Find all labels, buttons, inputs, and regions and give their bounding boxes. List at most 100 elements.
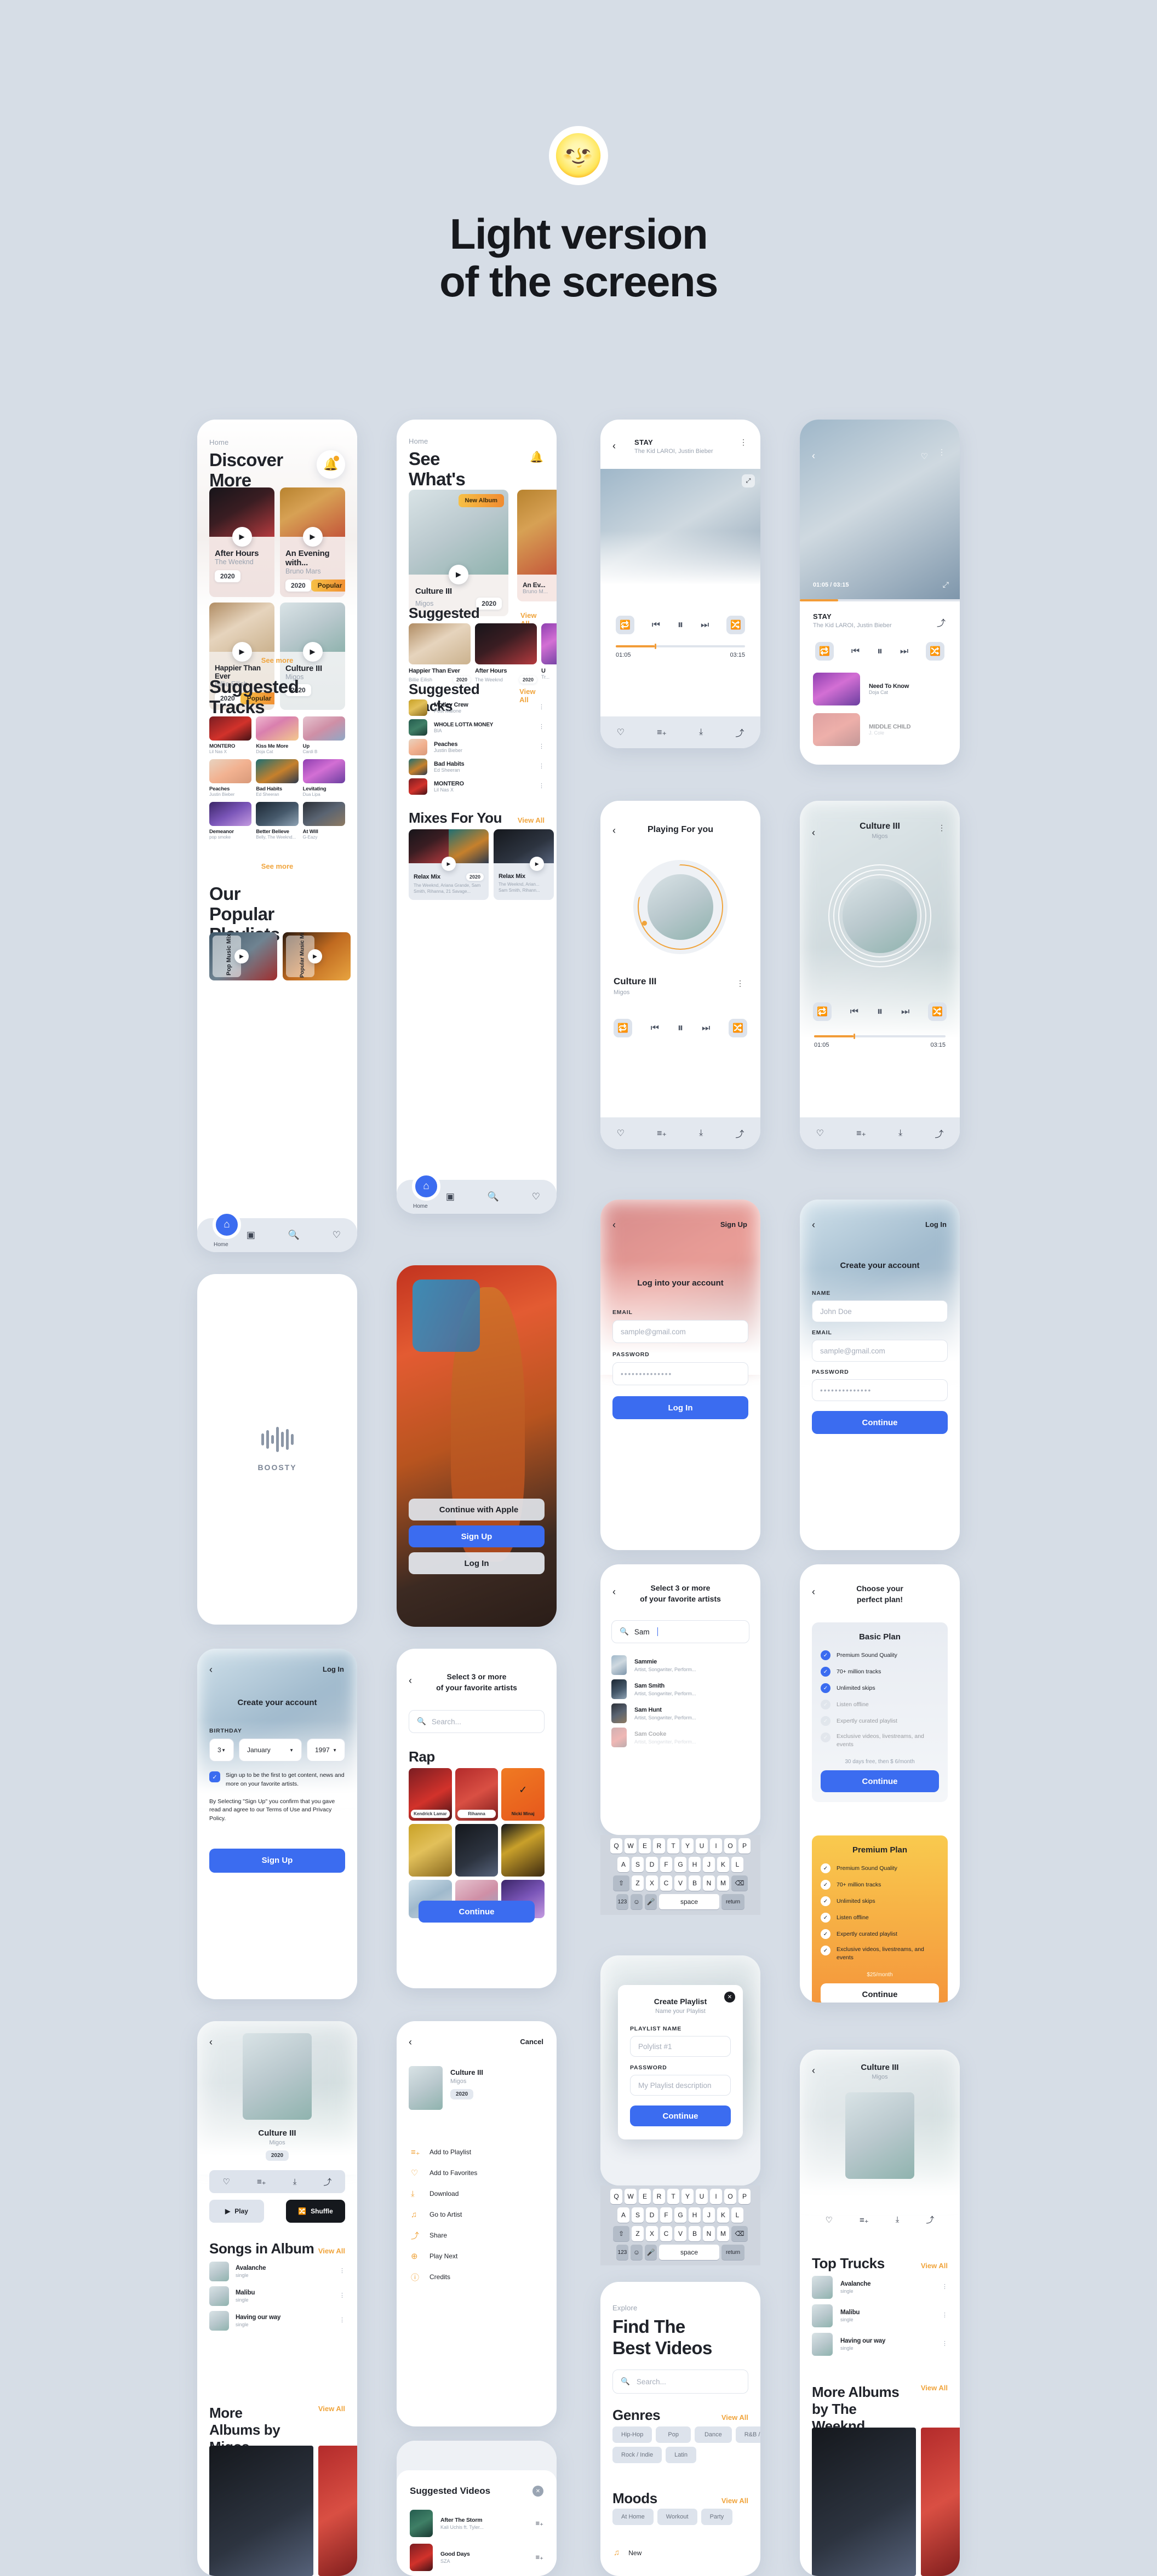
key[interactable]: Q bbox=[610, 2189, 622, 2204]
queue-row[interactable]: MIDDLE CHILD J. Cole bbox=[813, 713, 947, 746]
play-icon[interactable]: ▶ bbox=[308, 949, 322, 963]
track-card[interactable]: MONTERO Lil Nas X bbox=[209, 716, 252, 754]
email-field[interactable]: sample@gmail.com bbox=[812, 1340, 948, 1362]
add-to-playlist-icon[interactable]: ≡₊ bbox=[536, 2519, 543, 2528]
back-chevron-icon[interactable]: ‹ bbox=[812, 1219, 815, 1231]
progress-bar[interactable] bbox=[616, 644, 745, 649]
menu-item-share[interactable]: ⤴ Share bbox=[411, 2225, 542, 2246]
track-card[interactable]: Up Cardi B bbox=[302, 716, 345, 754]
queue-row[interactable]: Need To Know Doja Cat bbox=[813, 673, 947, 705]
shift-key[interactable]: ⇧ bbox=[613, 1875, 629, 1891]
add-to-playlist-icon[interactable]: ≡₊ bbox=[536, 2553, 543, 2562]
pause-button[interactable]: ⏸ bbox=[877, 1005, 883, 1018]
album-card[interactable]: ▶ An Evening with... Bruno Mars 2020 Pop… bbox=[280, 487, 345, 597]
key[interactable]: C bbox=[660, 1875, 672, 1891]
genre-chip[interactable]: R&B / Soul bbox=[735, 2426, 760, 2443]
key[interactable]: D bbox=[646, 1857, 658, 1872]
track-card[interactable]: Demeanor pop smoke bbox=[209, 802, 252, 840]
artist-tile[interactable]: Kendrick Lamar bbox=[409, 1768, 452, 1821]
continue-button[interactable]: Continue bbox=[419, 1901, 535, 1923]
key[interactable]: O bbox=[724, 1838, 736, 1854]
heart-icon[interactable]: ♡ bbox=[333, 1230, 341, 1241]
expand-icon[interactable]: ⤢ bbox=[943, 580, 949, 589]
more-vertical-icon[interactable]: ⋮ bbox=[942, 2313, 948, 2318]
search-input[interactable]: 🔍 Search... bbox=[409, 1710, 545, 1733]
login-button[interactable]: Log In bbox=[612, 1396, 748, 1419]
album-artwork[interactable] bbox=[243, 2033, 312, 2120]
album-tile[interactable] bbox=[812, 2428, 916, 2576]
see-more-link[interactable]: See more bbox=[197, 656, 357, 664]
pause-button[interactable]: ⏸ bbox=[877, 645, 883, 658]
search-icon[interactable]: 🔍 bbox=[488, 1191, 499, 1202]
more-vertical-icon[interactable]: ⋮ bbox=[339, 2293, 345, 2298]
close-icon[interactable]: ✕ bbox=[724, 1992, 735, 2003]
artist-tile-selected[interactable]: ✓ Nicki Minaj bbox=[501, 1768, 545, 1821]
heart-icon[interactable]: ♡ bbox=[816, 1128, 824, 1139]
album-tile[interactable] bbox=[209, 2446, 313, 2576]
next-button[interactable]: ⏭ bbox=[901, 1006, 909, 1017]
space-key[interactable]: space bbox=[659, 1894, 719, 1909]
key[interactable]: G bbox=[674, 1857, 686, 1872]
plan-card-premium[interactable]: Premium Plan ✓ Premium Sound Quality ✓ 7… bbox=[812, 1835, 948, 2003]
more-vertical-icon[interactable]: ⋮ bbox=[736, 979, 744, 986]
previous-button[interactable]: ⏮ bbox=[651, 1023, 659, 1034]
key[interactable]: N bbox=[703, 2226, 715, 2241]
album-tile[interactable] bbox=[921, 2428, 960, 2576]
view-all-link[interactable]: View All bbox=[721, 2497, 748, 2505]
add-to-playlist-icon[interactable]: ≡₊ bbox=[657, 1128, 667, 1139]
return-key[interactable]: return bbox=[721, 1894, 744, 1909]
tracks-see-more-link[interactable]: See more bbox=[197, 862, 357, 870]
key[interactable]: C bbox=[660, 2226, 672, 2241]
key[interactable]: K bbox=[717, 2207, 729, 2223]
album-artwork[interactable] bbox=[648, 874, 713, 940]
key[interactable]: I bbox=[710, 1838, 722, 1854]
add-to-playlist-icon[interactable]: ≡₊ bbox=[257, 2177, 266, 2187]
repeat-button[interactable]: 🔁 bbox=[813, 1002, 832, 1021]
birthday-year-select[interactable]: 1997 ▼ bbox=[307, 1739, 345, 1762]
track-row[interactable]: MONTERO Lil Nas X ⋮ bbox=[409, 777, 545, 796]
add-to-playlist-icon[interactable]: ≡₊ bbox=[860, 2215, 869, 2225]
more-vertical-icon[interactable]: ⋮ bbox=[539, 704, 545, 710]
previous-button[interactable]: ⏮ bbox=[851, 646, 860, 657]
key[interactable]: W bbox=[625, 1838, 637, 1854]
shuffle-button[interactable]: 🔀 bbox=[928, 1002, 947, 1021]
more-vertical-icon[interactable]: ⋮ bbox=[942, 2341, 948, 2346]
play-icon[interactable]: ▶ bbox=[234, 949, 249, 963]
menu-item-add-to-playlist[interactable]: ≡₊ Add to Playlist bbox=[411, 2142, 542, 2162]
shift-key[interactable]: ⇧ bbox=[613, 2226, 629, 2241]
return-key[interactable]: return bbox=[721, 2245, 744, 2260]
artist-result-row[interactable]: Sam Smith Artist, Songwriter, Perform... bbox=[611, 1677, 749, 1701]
signup-button[interactable]: Sign Up bbox=[209, 1848, 345, 1873]
more-vertical-icon[interactable]: ⋮ bbox=[938, 824, 946, 831]
continue-button[interactable]: Continue bbox=[812, 1411, 948, 1434]
track-row[interactable]: Bad Habits Ed Sheeran ⋮ bbox=[409, 757, 545, 777]
continue-button[interactable]: Continue bbox=[630, 2105, 731, 2126]
plan-continue-button[interactable]: Continue bbox=[821, 1770, 939, 1793]
track-card[interactable]: Levitating Dua Lipa bbox=[302, 759, 345, 797]
key[interactable]: L bbox=[731, 2207, 743, 2223]
menu-item-go-to-artist[interactable]: ♫ Go to Artist bbox=[411, 2204, 542, 2225]
repeat-button[interactable]: 🔁 bbox=[616, 616, 634, 634]
mix-card[interactable]: ▶ Relax Mix 2020 The Weeknd, Ariana Gran… bbox=[409, 829, 489, 900]
back-chevron-icon[interactable]: ‹ bbox=[812, 450, 815, 462]
video-row[interactable]: Good Days SZA ≡₊ bbox=[410, 2544, 543, 2571]
share-icon[interactable]: ⤴ bbox=[937, 616, 946, 629]
heart-icon[interactable]: ♡ bbox=[617, 727, 625, 738]
heart-icon[interactable]: ♡ bbox=[532, 1191, 540, 1202]
heart-icon[interactable]: ♡ bbox=[617, 1128, 625, 1139]
heart-icon[interactable]: ♡ bbox=[921, 451, 928, 461]
play-icon[interactable]: ▶ bbox=[530, 857, 545, 871]
emoji-key[interactable]: ☺ bbox=[631, 2245, 643, 2260]
more-vertical-icon[interactable]: ⋮ bbox=[339, 2268, 345, 2274]
search-input[interactable]: 🔍 Search... bbox=[612, 2370, 748, 2394]
artist-tile[interactable] bbox=[409, 1824, 452, 1877]
key[interactable]: Y bbox=[681, 2189, 694, 2204]
download-icon[interactable]: ⤓ bbox=[293, 2177, 297, 2187]
add-to-playlist-icon[interactable]: ≡₊ bbox=[657, 727, 667, 738]
key[interactable]: O bbox=[724, 2189, 736, 2204]
shuffle-button[interactable]: 🔀 bbox=[729, 1019, 747, 1037]
previous-button[interactable]: ⏮ bbox=[652, 619, 660, 630]
keyboard-create-playlist[interactable]: Q W E R T Y U I O P A S D F G H J K L ⇧ … bbox=[600, 2185, 760, 2265]
pause-button[interactable]: ⏸ bbox=[678, 618, 684, 632]
play-button[interactable]: ▶ Play bbox=[209, 2200, 264, 2223]
